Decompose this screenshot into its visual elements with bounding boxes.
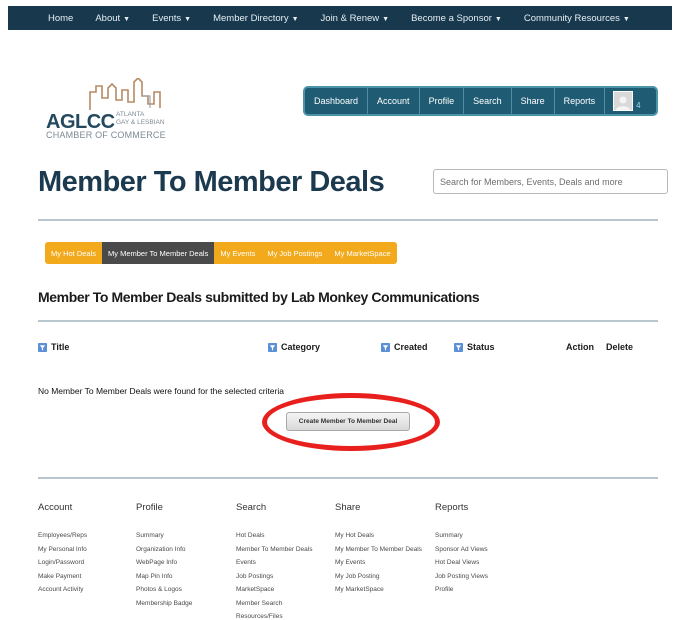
section-subtitle: Member To Member Deals submitted by Lab … bbox=[38, 289, 480, 305]
column-header-category[interactable]: Category bbox=[268, 342, 320, 352]
footer-link[interactable]: Hot Deals bbox=[236, 529, 312, 543]
nav-community-resources[interactable]: Community Resources ▼ bbox=[524, 13, 630, 24]
avatar[interactable] bbox=[613, 91, 634, 111]
footer-link[interactable]: Map Pin Info bbox=[136, 570, 192, 584]
footer-link[interactable]: MarketSpace bbox=[236, 583, 312, 597]
filter-icon bbox=[454, 342, 463, 352]
create-deal-button[interactable]: Create Member To Member Deal bbox=[286, 412, 410, 431]
user-nav: Dashboard Account Profile Search Share R… bbox=[303, 86, 658, 116]
footer-column-reports: Reports Summary Sponsor Ad Views Hot Dea… bbox=[435, 502, 488, 597]
footer-link[interactable]: My Personal Info bbox=[38, 543, 87, 557]
user-nav-dashboard[interactable]: Dashboard bbox=[305, 88, 369, 114]
nav-join-renew[interactable]: Join & Renew ▼ bbox=[321, 13, 390, 24]
chevron-down-icon: ▼ bbox=[382, 15, 390, 23]
tab-my-job-postings[interactable]: My Job Postings bbox=[261, 242, 329, 264]
filter-icon bbox=[381, 342, 390, 352]
footer-link[interactable]: Events bbox=[236, 556, 312, 570]
footer-link[interactable]: WebPage Info bbox=[136, 556, 192, 570]
footer-heading: Account bbox=[38, 502, 73, 513]
footer-link[interactable]: Employees/Reps bbox=[38, 529, 87, 543]
footer-column-share: Share My Hot Deals My Member To Member D… bbox=[335, 502, 422, 597]
user-nav-profile[interactable]: Profile bbox=[420, 88, 465, 114]
footer-column-search: Search Hot Deals Member To Member Deals … bbox=[236, 502, 312, 620]
footer-link[interactable]: My Job Posting bbox=[335, 570, 422, 584]
footer-heading: Share bbox=[335, 502, 361, 513]
nav-home[interactable]: Home bbox=[48, 13, 73, 24]
footer-link[interactable]: Login/Password bbox=[38, 556, 87, 570]
skyline-icon bbox=[89, 78, 161, 110]
filter-icon bbox=[38, 342, 47, 352]
user-nav-search[interactable]: Search bbox=[464, 88, 512, 114]
footer-link[interactable]: My Member To Member Deals bbox=[335, 543, 422, 557]
tab-my-hot-deals[interactable]: My Hot Deals bbox=[45, 242, 103, 264]
footer-link[interactable]: Member Search bbox=[236, 597, 312, 611]
footer-link[interactable]: Make Payment bbox=[38, 570, 87, 584]
aglcc-logo[interactable]: AGLCC ATLANTA GAY & LESBIAN CHAMBER OF C… bbox=[44, 78, 184, 144]
column-header-delete: Delete bbox=[606, 342, 634, 352]
column-header-action: Action bbox=[566, 342, 594, 352]
divider bbox=[38, 320, 658, 322]
divider bbox=[38, 477, 658, 479]
notification-count: 4 bbox=[636, 100, 641, 110]
user-nav-account[interactable]: Account bbox=[368, 88, 420, 114]
column-header-created[interactable]: Created bbox=[381, 342, 428, 352]
column-header-title[interactable]: Title bbox=[38, 342, 69, 352]
footer-link[interactable]: Organization Info bbox=[136, 543, 192, 557]
nav-about[interactable]: About ▼ bbox=[95, 13, 130, 24]
chevron-down-icon: ▼ bbox=[123, 15, 131, 23]
nav-member-directory[interactable]: Member Directory ▼ bbox=[213, 13, 298, 24]
footer-link[interactable]: Summary bbox=[136, 529, 192, 543]
footer-link[interactable]: Photos & Logos bbox=[136, 583, 192, 597]
chevron-down-icon: ▼ bbox=[291, 15, 299, 23]
footer-link[interactable]: Member To Member Deals bbox=[236, 543, 312, 557]
tab-my-marketspace[interactable]: My MarketSpace bbox=[328, 242, 397, 264]
footer-link[interactable]: Hot Deal Views bbox=[435, 556, 488, 570]
footer-column-profile: Profile Summary Organization Info WebPag… bbox=[136, 502, 192, 610]
footer-link[interactable]: Membership Badge bbox=[136, 597, 192, 611]
chevron-down-icon: ▼ bbox=[184, 15, 192, 23]
filter-icon bbox=[268, 342, 277, 352]
divider bbox=[38, 219, 658, 221]
page-title: Member To Member Deals bbox=[38, 166, 385, 198]
footer-heading: Reports bbox=[435, 502, 469, 513]
footer-link[interactable]: Job Postings bbox=[236, 570, 312, 584]
nav-events[interactable]: Events ▼ bbox=[152, 13, 191, 24]
deal-tabs: My Hot Deals My Member To Member Deals M… bbox=[45, 242, 397, 264]
user-icon bbox=[616, 96, 631, 110]
footer-link[interactable]: Sponsor Ad Views bbox=[435, 543, 488, 557]
user-nav-share[interactable]: Share bbox=[512, 88, 555, 114]
footer-link[interactable]: Job Posting Views bbox=[435, 570, 488, 584]
tab-my-member-to-member-deals[interactable]: My Member To Member Deals bbox=[102, 242, 215, 264]
footer-link[interactable]: My Events bbox=[335, 556, 422, 570]
nav-become-sponsor[interactable]: Become a Sponsor ▼ bbox=[411, 13, 502, 24]
footer-heading: Search bbox=[236, 502, 267, 513]
footer-link[interactable]: My MarketSpace bbox=[335, 583, 422, 597]
search-input[interactable] bbox=[433, 169, 668, 194]
empty-results-message: No Member To Member Deals were found for… bbox=[38, 386, 284, 396]
top-nav: Home About ▼ Events ▼ Member Directory ▼ Jo… bbox=[8, 6, 672, 30]
footer-column-account: Account Employees/Reps My Personal Info … bbox=[38, 502, 87, 597]
footer-link[interactable]: My Hot Deals bbox=[335, 529, 422, 543]
footer-heading: Profile bbox=[136, 502, 163, 513]
footer-link[interactable]: Account Activity bbox=[38, 583, 87, 597]
tab-my-events[interactable]: My Events bbox=[214, 242, 262, 264]
footer-link[interactable]: Profile bbox=[435, 583, 488, 597]
footer-link[interactable]: Summary bbox=[435, 529, 488, 543]
logo-chamber-text: CHAMBER OF COMMERCE bbox=[46, 130, 166, 140]
chevron-down-icon: ▼ bbox=[494, 15, 502, 23]
footer-link[interactable]: Resources/Files bbox=[236, 610, 312, 620]
chevron-down-icon: ▼ bbox=[622, 15, 630, 23]
column-header-status[interactable]: Status bbox=[454, 342, 495, 352]
user-nav-reports[interactable]: Reports bbox=[555, 88, 606, 114]
logo-subtext: ATLANTA GAY & LESBIAN bbox=[116, 111, 165, 126]
